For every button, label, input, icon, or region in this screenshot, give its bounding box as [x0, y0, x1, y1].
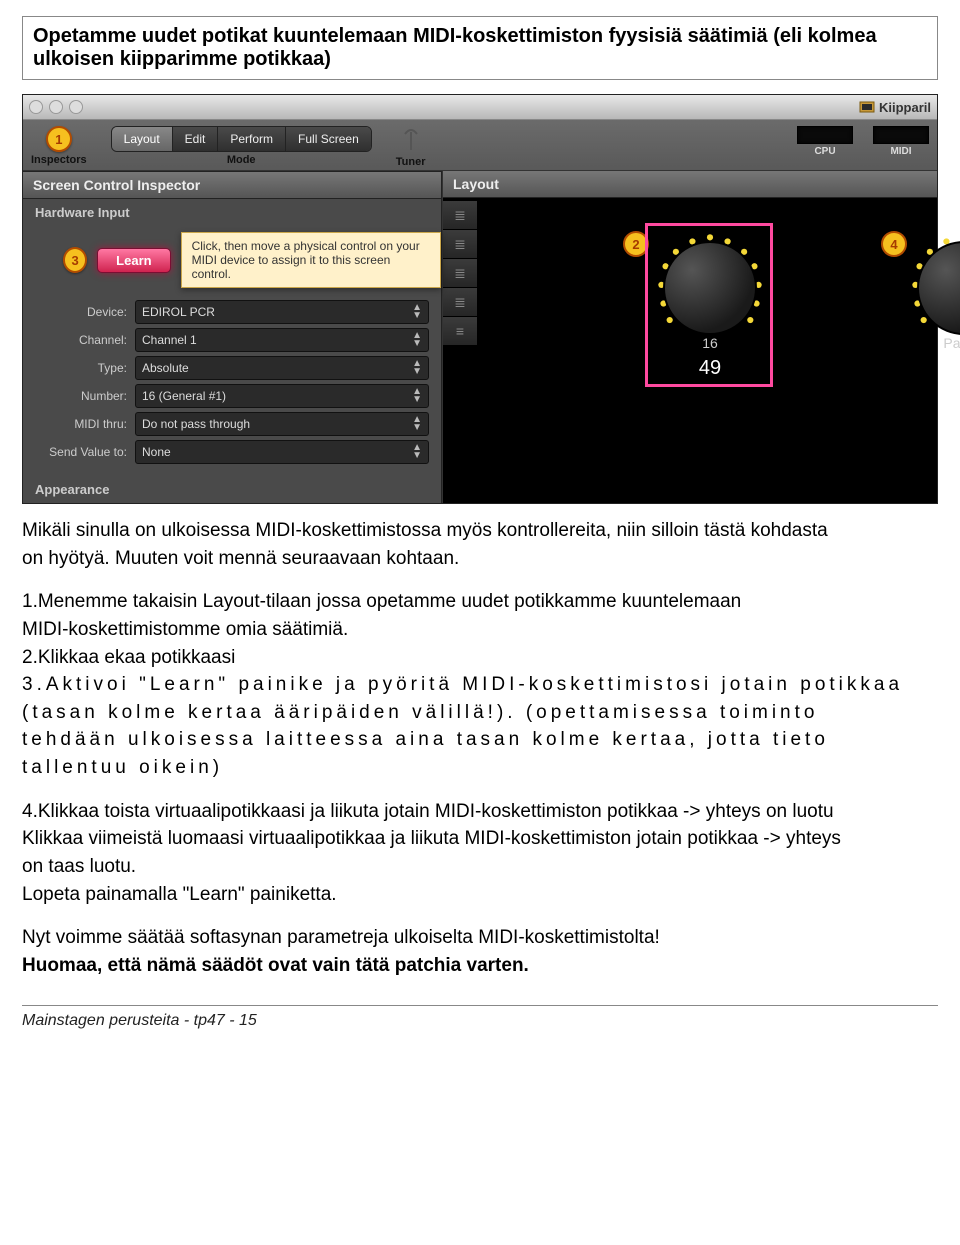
callout-badge-1: 1 — [46, 126, 72, 152]
step1-line1: 1.Menemme takaisin Layout-tilaan jossa o… — [22, 589, 938, 615]
align-icon[interactable]: ≣ — [443, 201, 477, 230]
type-select[interactable]: Absolute▲▼ — [135, 356, 429, 380]
step3-line1: 3.Aktivoi "Learn" painike ja pyöritä MID… — [22, 672, 938, 698]
knob-1-value: 49 — [663, 357, 757, 380]
zoom-icon[interactable] — [69, 100, 83, 114]
conclusion-line1: Nyt voimme säätää softasynan parametreja… — [22, 925, 938, 951]
layout-title-tab[interactable]: Layout — [443, 171, 937, 198]
app-icon — [859, 99, 875, 115]
window-titlebar: Kiipparil — [23, 95, 937, 120]
app-screenshot: Kiipparil 1 Inspectors Layout Edit Perfo… — [22, 94, 938, 504]
mode-segmented[interactable]: Layout Edit Perform Full Screen — [111, 126, 372, 152]
minimize-icon[interactable] — [49, 100, 63, 114]
step4-line3: on taas luotu. — [22, 854, 938, 880]
section-appearance: Appearance — [23, 476, 441, 503]
type-label: Type: — [35, 361, 127, 375]
layout-canvas[interactable]: Layout ≣ ≣ ≣ ≣ ≡ 2 4 — [442, 171, 937, 503]
inspector-title-tab[interactable]: Screen Control Inspector — [23, 171, 441, 199]
learn-button[interactable]: Learn — [97, 248, 170, 273]
mode-edit[interactable]: Edit — [173, 127, 219, 151]
para1-line2: on hyötyä. Muuten voit mennä seuraavaan … — [22, 546, 938, 572]
step4-line1: 4.Klikkaa toista virtuaalipotikkaasi ja … — [22, 799, 938, 825]
tuner-icon[interactable] — [397, 126, 425, 154]
close-icon[interactable] — [29, 100, 43, 114]
toolbar: 1 Inspectors Layout Edit Perform Full Sc… — [23, 120, 937, 171]
page-footer: Mainstagen perusteita - tp47 - 15 — [22, 1005, 938, 1030]
device-select[interactable]: EDIROL PCR▲▼ — [135, 300, 429, 324]
number-select[interactable]: 16 (General #1)▲▼ — [135, 384, 429, 408]
cpu-meter: CPU — [797, 126, 853, 157]
step3-line4: tallentuu oikein) — [22, 755, 938, 781]
learn-tooltip: Click, then move a physical control on y… — [181, 232, 441, 288]
step3-line2: (tasan kolme kertaa ääripäiden välillä!)… — [22, 700, 938, 726]
toolbar-label-tuner: Tuner — [396, 156, 426, 168]
midi-meter: MIDI — [873, 126, 929, 157]
distribute-icon[interactable]: ≡ — [443, 317, 477, 346]
layout-mini-toolbar[interactable]: ≣ ≣ ≣ ≣ ≡ — [443, 201, 477, 346]
window-traffic-lights[interactable] — [29, 100, 83, 114]
step1-line2: MIDI-koskettimistomme omia säätimiä. — [22, 617, 938, 643]
callout-badge-2: 2 — [623, 231, 649, 257]
knob-2[interactable]: Param 12 — [917, 241, 960, 380]
midithru-select[interactable]: Do not pass through▲▼ — [135, 412, 429, 436]
mode-fullscreen[interactable]: Full Screen — [286, 127, 371, 151]
sendvalue-select[interactable]: None▲▼ — [135, 440, 429, 464]
body-text: Mikäli sinulla on ulkoisessa MIDI-kosket… — [22, 518, 938, 979]
inspector-panel: Screen Control Inspector Hardware Input … — [23, 171, 442, 503]
align-icon[interactable]: ≣ — [443, 288, 477, 317]
document-title: Opetamme uudet potikat kuuntelemaan MIDI… — [22, 16, 938, 80]
toolbar-label-mode: Mode — [227, 154, 256, 166]
callout-badge-3: 3 — [63, 247, 87, 273]
step3-line3: tehdään ulkoisessa laitteessa aina tasan… — [22, 727, 938, 753]
align-icon[interactable]: ≣ — [443, 230, 477, 259]
para1-line1: Mikäli sinulla on ulkoisessa MIDI-kosket… — [22, 518, 938, 544]
knob-1[interactable]: 16 49 — [663, 241, 757, 380]
number-label: Number: — [35, 389, 127, 403]
section-hardware-input: Hardware Input — [23, 199, 441, 226]
doc-name: Kiipparil — [859, 99, 931, 115]
mode-perform[interactable]: Perform — [218, 127, 286, 151]
align-icon[interactable]: ≣ — [443, 259, 477, 288]
conclusion-line2: Huomaa, että nämä säädöt ovat vain tätä … — [22, 953, 938, 979]
midithru-label: MIDI thru: — [35, 417, 127, 431]
channel-label: Channel: — [35, 333, 127, 347]
step2: 2.Klikkaa ekaa potikkaasi — [22, 645, 938, 671]
toolbar-label-inspectors: Inspectors — [31, 154, 87, 166]
knob-2-value: 12 — [917, 357, 960, 380]
sendvalue-label: Send Value to: — [35, 445, 127, 459]
device-label: Device: — [35, 305, 127, 319]
mode-layout[interactable]: Layout — [112, 127, 173, 151]
step4-line4: Lopeta painamalla "Learn" painiketta. — [22, 882, 938, 908]
channel-select[interactable]: Channel 1▲▼ — [135, 328, 429, 352]
step4-line2: Klikkaa viimeistä luomaasi virtuaalipoti… — [22, 826, 938, 852]
